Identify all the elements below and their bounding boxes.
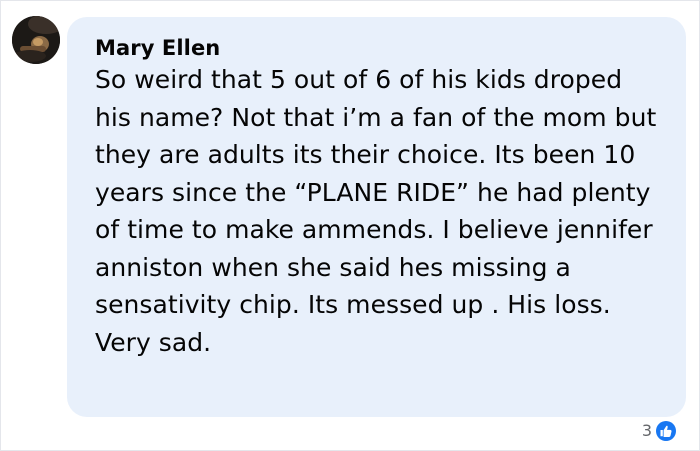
comment-bubble: Mary Ellen So weird that 5 out of 6 of h… [67,17,686,417]
comment-card: Mary Ellen So weird that 5 out of 6 of h… [0,0,700,451]
reaction-summary[interactable]: 3 [642,419,678,443]
avatar-image [12,16,60,64]
comment-author[interactable]: Mary Ellen [95,34,666,62]
comment-text: So weird that 5 out of 6 of his kids dro… [95,65,657,357]
avatar[interactable] [12,16,60,64]
reaction-count: 3 [641,421,652,440]
like-icon [655,420,677,442]
